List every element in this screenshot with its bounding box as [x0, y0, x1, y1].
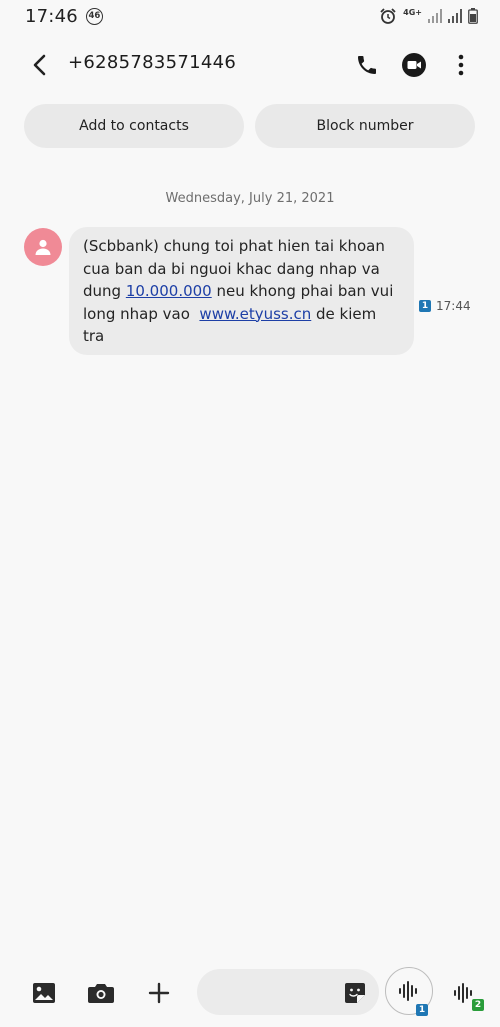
status-time: 17:46 [25, 5, 78, 27]
block-number-button[interactable]: Block number [255, 104, 475, 148]
sticker-button[interactable] [342, 980, 368, 1006]
status-right: 4G+ [379, 8, 478, 24]
network-type-label: 4G+ [403, 7, 422, 17]
person-icon [35, 239, 51, 255]
date-separator: Wednesday, July 21, 2021 [165, 191, 335, 206]
sim1-badge: 1 [416, 1004, 428, 1016]
phone-icon [358, 56, 376, 74]
camera-button[interactable] [85, 978, 117, 1008]
more-options-button[interactable] [446, 50, 476, 80]
back-arrow-icon [33, 54, 46, 76]
attach-button[interactable] [143, 978, 175, 1008]
amount-link[interactable]: 10.000.000 [126, 282, 212, 300]
plus-icon [148, 982, 170, 1004]
camera-icon [88, 984, 114, 1003]
url-link[interactable]: www.etyuss.cn [199, 305, 311, 323]
voice-send-sim1-button[interactable]: 1 [385, 967, 433, 1016]
more-vert-icon [458, 54, 464, 76]
message-bubble[interactable]: (Scbbank) chung toi phat hien tai khoan … [69, 227, 414, 355]
sticker-icon [345, 983, 365, 1003]
network-badge: 46 [85, 7, 103, 25]
sim-badge: 1 [419, 300, 431, 312]
sim2-badge: 2 [472, 999, 484, 1011]
message-time: 17:44 [436, 299, 471, 313]
signal-icon [448, 9, 462, 23]
conversation-header: +6285783571446 [0, 40, 500, 90]
alarm-icon [379, 8, 397, 24]
avatar[interactable] [24, 228, 62, 266]
signal-icon [428, 9, 442, 23]
video-call-icon [402, 53, 426, 77]
waveform-icon [399, 981, 417, 1001]
video-call-button[interactable] [399, 50, 429, 80]
back-button[interactable] [24, 50, 54, 80]
add-to-contacts-button[interactable]: Add to contacts [24, 104, 244, 148]
call-button[interactable] [352, 50, 382, 80]
voice-send-sim2-button[interactable]: 2 [446, 975, 484, 1011]
status-left: 17:46 46 [25, 6, 103, 27]
message-meta: 1 17:44 [419, 299, 471, 313]
contact-number[interactable]: +6285783571446 [68, 52, 236, 73]
status-bar: 17:46 46 4G+ [0, 0, 500, 32]
composer-bar: 1 2 [0, 962, 500, 1022]
image-icon [33, 983, 55, 1003]
gallery-button[interactable] [28, 978, 60, 1008]
battery-icon [468, 8, 478, 24]
